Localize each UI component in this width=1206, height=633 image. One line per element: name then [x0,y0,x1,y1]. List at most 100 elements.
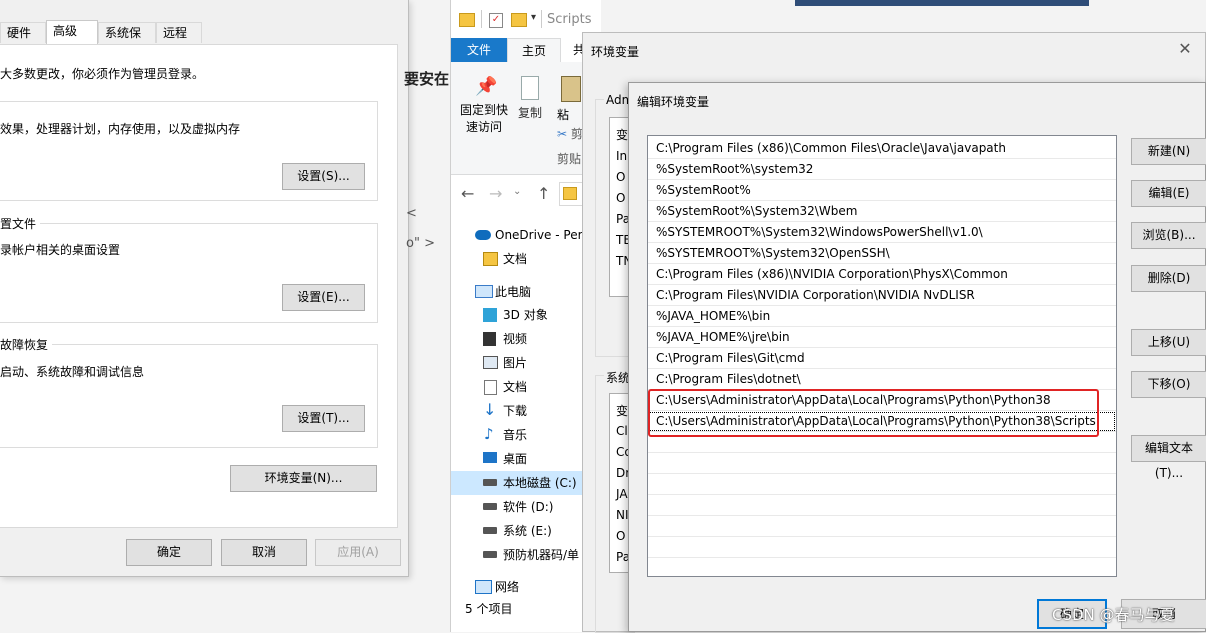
list-item[interactable]: In [616,149,627,163]
properties-icon[interactable]: ✓ [489,13,503,28]
path-entry[interactable]: C:\Program Files (x86)\Common Files\Orac… [648,138,1116,159]
tree-item-onedrive[interactable]: OneDrive - Pers [451,223,601,247]
tree-item-this-pc[interactable]: 此电脑 [451,280,601,304]
window-title: Scripts [547,12,592,27]
tree-item-label: 图片 [503,356,528,370]
user-profiles-settings-button[interactable]: 设置(E)... [282,284,365,311]
system-properties-window: 硬件 高级 系统保护 远程 大多数更改，你必须作为管理员登录。 效果，处理器计划… [0,0,409,577]
environment-variables-button[interactable]: 环境变量(N)... [230,465,377,492]
tree-item-network[interactable]: 网络 [451,575,601,599]
close-icon[interactable]: ✕ [1175,39,1195,59]
customize-toolbar-icon[interactable]: ▾ [531,12,536,23]
path-entry[interactable]: %SystemRoot%\System32\Wbem [648,201,1116,222]
tree-item-drive-e[interactable]: 系统 (E:) [451,519,601,543]
apply-button[interactable]: 应用(A) [315,539,401,566]
back-arrow-icon[interactable]: ← [461,184,474,203]
tab-remote-label: 远程 [163,26,188,40]
list-item[interactable]: O [616,529,625,543]
path-entry-empty[interactable] [648,516,1116,537]
tab-hardware[interactable]: 硬件 [0,22,46,43]
ribbon-tab-home[interactable]: 主页 [507,38,561,62]
ribbon-tab-home-label: 主页 [521,44,546,58]
highlight-box [648,389,1099,437]
navigation-tree: OneDrive - Pers 文档 此电脑 3D 对象 视频 图片 文档 ↓ [451,220,601,620]
startup-recovery-group: 故障恢复 启动、系统故障和调试信息 设置(T)... [0,336,378,448]
ribbon-tab-file[interactable]: 文件 [451,38,507,62]
pin-quick-access-button[interactable]: 📌 固定到快速访问 [459,70,509,150]
paste-icon [561,76,581,102]
tree-item-videos[interactable]: 视频 [451,327,601,351]
list-item[interactable]: 变 [616,126,628,143]
tree-item-music[interactable]: ♪ 音乐 [451,423,601,447]
path-entry-empty[interactable] [648,453,1116,474]
background-image-strip [795,0,1089,6]
forward-arrow-icon[interactable]: → [489,184,502,203]
list-item[interactable]: Cl [616,424,628,438]
list-item[interactable]: O [616,191,625,205]
background-code-fragment: o" > [406,236,435,251]
move-up-button[interactable]: 上移(U) [1131,329,1206,356]
tree-item-downloads[interactable]: ↓ 下载 [451,399,601,423]
edit-button[interactable]: 编辑(E) [1131,180,1206,207]
startup-recovery-label: 故障恢复 [0,336,53,353]
drive-icon [483,503,497,510]
tree-item-drive-f[interactable]: 预防机器码/单 [451,543,601,567]
path-entry-empty[interactable] [648,474,1116,495]
new-button[interactable]: 新建(N) [1131,138,1206,165]
tree-item-desktop[interactable]: 桌面 [451,447,601,471]
copy-button[interactable]: 复制 [515,70,545,130]
documents-icon [484,380,497,395]
performance-group: 效果，处理器计划，内存使用，以及虚拟内存 设置(S)... [0,101,378,201]
list-item[interactable]: NI [616,508,629,522]
ok-button[interactable]: 确定 [126,539,212,566]
list-item[interactable]: JA [616,487,628,501]
path-entries-list[interactable]: C:\Program Files (x86)\Common Files\Orac… [647,135,1117,577]
tree-item-label: 文档 [503,380,528,394]
path-entry[interactable]: C:\Program Files\Git\cmd [648,348,1116,369]
path-entry[interactable]: %JAVA_HOME%\jre\bin [648,327,1116,348]
move-down-button[interactable]: 下移(O) [1131,371,1206,398]
tree-item-documents-2[interactable]: 文档 [451,375,601,399]
tree-item-drive-c[interactable]: 本地磁盘 (C:) [451,471,601,495]
list-item[interactable]: 变 [616,402,628,419]
tree-item-drive-d[interactable]: 软件 (D:) [451,495,601,519]
tree-item-pictures[interactable]: 图片 [451,351,601,375]
navigation-bar: ← → ⌄ ↑ [451,178,601,210]
startup-recovery-settings-button[interactable]: 设置(T)... [282,405,365,432]
tree-item-label: 下载 [503,404,528,418]
user-profiles-description: 录帐户相关的桌面设置 [0,243,121,257]
path-entry[interactable]: %SYSTEMROOT%\System32\OpenSSH\ [648,243,1116,264]
download-icon: ↓ [483,400,497,419]
up-arrow-icon[interactable]: ↑ [537,184,550,203]
folder-icon [459,13,475,27]
path-entry[interactable]: %SystemRoot% [648,180,1116,201]
tree-item-label: 本地磁盘 (C:) [503,476,577,490]
tree-item-label: 桌面 [503,452,528,466]
cancel-button[interactable]: 取消 [221,539,307,566]
path-entry[interactable]: %SystemRoot%\system32 [648,159,1116,180]
delete-button[interactable]: 删除(D) [1131,265,1206,292]
separator [541,10,542,28]
tab-remote[interactable]: 远程 [156,22,202,43]
path-entry[interactable]: C:\Program Files (x86)\NVIDIA Corporatio… [648,264,1116,285]
edit-environment-variable-dialog: 编辑环境变量 C:\Program Files (x86)\Common Fil… [628,82,1206,632]
performance-settings-button[interactable]: 设置(S)... [282,163,365,190]
browse-button[interactable]: 浏览(B)... [1131,222,1206,249]
tree-item-label: 系统 (E:) [503,524,552,538]
path-entry-empty[interactable] [648,495,1116,516]
list-item[interactable]: O [616,170,625,184]
tree-item-label: 3D 对象 [503,308,548,322]
path-entry[interactable]: C:\Program Files\dotnet\ [648,369,1116,390]
pin-icon: 📌 [475,76,498,97]
tab-advanced[interactable]: 高级 [46,20,98,44]
edit-text-button[interactable]: 编辑文本(T)... [1131,435,1206,480]
tree-item-3d-objects[interactable]: 3D 对象 [451,303,601,327]
new-folder-icon[interactable] [511,13,527,27]
path-entry-empty[interactable] [648,537,1116,558]
tab-system-protection[interactable]: 系统保护 [98,22,156,61]
tree-item-documents[interactable]: 文档 [451,247,601,271]
path-entry[interactable]: C:\Program Files\NVIDIA Corporation\NVID… [648,285,1116,306]
path-entry[interactable]: %SYSTEMROOT%\System32\WindowsPowerShell\… [648,222,1116,243]
recent-locations-icon[interactable]: ⌄ [513,186,521,197]
path-entry[interactable]: %JAVA_HOME%\bin [648,306,1116,327]
